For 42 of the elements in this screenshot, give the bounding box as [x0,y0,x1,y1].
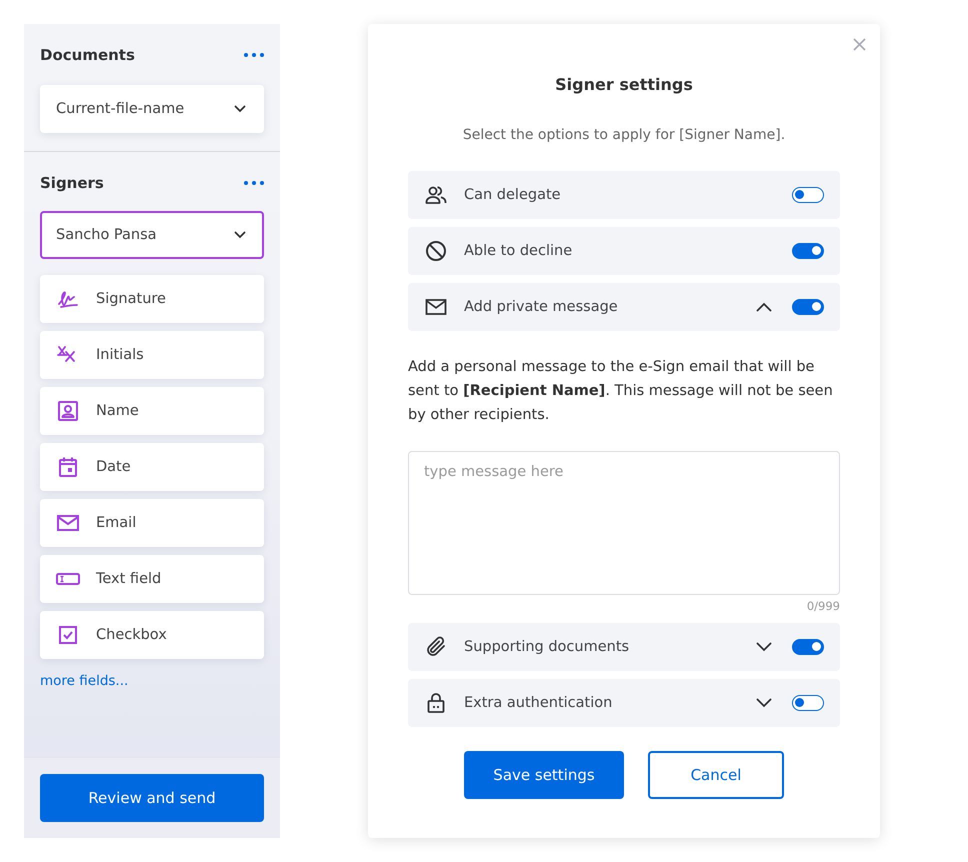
toggle-switch[interactable] [792,243,824,259]
option-label: Extra authentication [464,695,614,711]
toggle-switch[interactable] [792,299,824,315]
cancel-button[interactable]: Cancel [648,751,784,799]
prohibited-icon [424,239,448,263]
chevron-down-icon[interactable] [756,698,772,708]
save-button[interactable]: Save settings [464,751,624,799]
message-description: Add a personal message to the e-Sign email that will be sent to [Recipient Name]. This message will not be seen by other recipients. [408,358,834,425]
more-fields-link[interactable]: more fields... [40,671,128,691]
toggle-switch[interactable] [792,639,824,655]
option-label: Able to decline [464,243,574,259]
message-field[interactable]: type message here [408,451,840,595]
field-item[interactable]: Date [40,443,264,491]
more-icon[interactable] [244,53,264,57]
chevron-down-icon[interactable] [756,642,772,652]
section-title: Signers [40,174,104,192]
document-dropdown[interactable]: Current-file-name [40,85,264,133]
toggle-switch[interactable] [792,187,824,203]
paperclip-icon [424,635,448,659]
field-item[interactable]: Name [40,387,264,435]
chevron-up-icon[interactable] [756,302,772,312]
field-item[interactable]: Email [40,499,264,547]
field-item[interactable]: Initials [40,331,264,379]
section-title: Documents [40,46,135,64]
chevron-down-icon [234,105,246,113]
option-label: Supporting documents [464,639,630,655]
character-counter: 0/999 [806,598,840,614]
option-label: Add private message [464,299,619,315]
id-card-icon [56,399,80,423]
field-item[interactable]: Text field [40,555,264,603]
checkbox-icon [56,623,80,647]
toggle-switch[interactable] [792,695,824,711]
field-item[interactable]: Signature [40,275,264,323]
calendar-icon [56,455,80,479]
dialog-subtitle: Select the options to apply for [Signer Name]. [462,126,786,145]
signer-dropdown[interactable]: Sancho Pansa [40,211,264,259]
review-and-send-button[interactable]: Review and send [40,774,264,822]
field-item[interactable]: Checkbox [40,611,264,659]
more-icon[interactable] [244,181,264,185]
dialog-title: Signer settings [554,74,694,96]
chevron-down-icon [234,231,246,239]
option-label: Can delegate [464,187,562,203]
